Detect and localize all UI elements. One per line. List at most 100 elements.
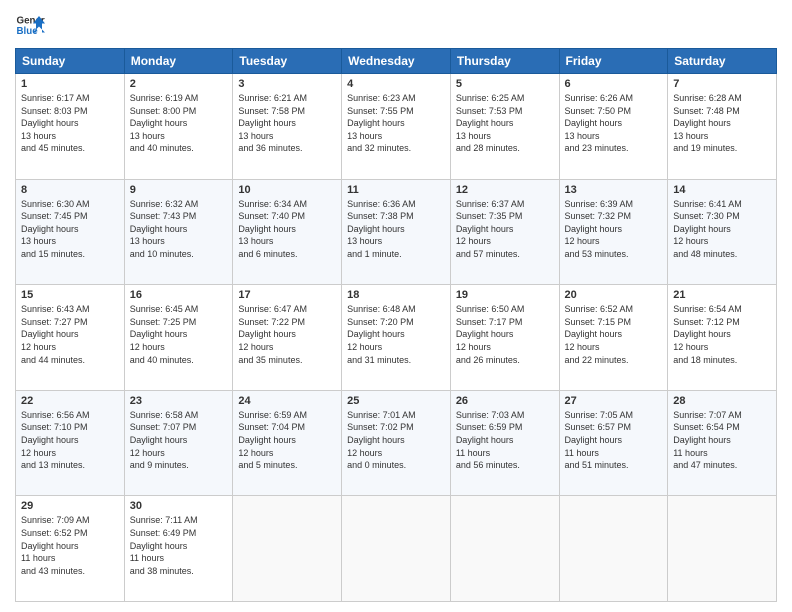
day-info: Sunrise: 6:23 AMSunset: 7:55 PMDaylight … [347, 92, 445, 155]
day-info: Sunrise: 7:07 AMSunset: 6:54 PMDaylight … [673, 409, 771, 472]
logo: General Blue [15, 10, 45, 40]
day-number: 15 [21, 289, 119, 301]
day-number: 28 [673, 395, 771, 407]
calendar-cell: 21 Sunrise: 6:54 AMSunset: 7:12 PMDaylig… [668, 285, 777, 391]
day-number: 7 [673, 78, 771, 90]
header: General Blue [15, 10, 777, 40]
calendar-week-row: 15 Sunrise: 6:43 AMSunset: 7:27 PMDaylig… [16, 285, 777, 391]
calendar-week-row: 22 Sunrise: 6:56 AMSunset: 7:10 PMDaylig… [16, 390, 777, 496]
day-info: Sunrise: 6:19 AMSunset: 8:00 PMDaylight … [130, 92, 228, 155]
day-info: Sunrise: 6:41 AMSunset: 7:30 PMDaylight … [673, 198, 771, 261]
calendar-cell [342, 496, 451, 602]
calendar-cell: 23 Sunrise: 6:58 AMSunset: 7:07 PMDaylig… [124, 390, 233, 496]
day-info: Sunrise: 7:11 AMSunset: 6:49 PMDaylight … [130, 514, 228, 577]
day-info: Sunrise: 6:43 AMSunset: 7:27 PMDaylight … [21, 303, 119, 366]
day-info: Sunrise: 6:47 AMSunset: 7:22 PMDaylight … [238, 303, 336, 366]
calendar-cell: 19 Sunrise: 6:50 AMSunset: 7:17 PMDaylig… [450, 285, 559, 391]
calendar-cell: 13 Sunrise: 6:39 AMSunset: 7:32 PMDaylig… [559, 179, 668, 285]
calendar-day-header: Thursday [450, 49, 559, 74]
calendar-cell: 1 Sunrise: 6:17 AMSunset: 8:03 PMDayligh… [16, 74, 125, 180]
calendar-cell: 4 Sunrise: 6:23 AMSunset: 7:55 PMDayligh… [342, 74, 451, 180]
calendar-day-header: Tuesday [233, 49, 342, 74]
calendar-cell: 3 Sunrise: 6:21 AMSunset: 7:58 PMDayligh… [233, 74, 342, 180]
day-info: Sunrise: 6:37 AMSunset: 7:35 PMDaylight … [456, 198, 554, 261]
day-info: Sunrise: 6:26 AMSunset: 7:50 PMDaylight … [565, 92, 663, 155]
calendar-cell: 16 Sunrise: 6:45 AMSunset: 7:25 PMDaylig… [124, 285, 233, 391]
day-info: Sunrise: 6:25 AMSunset: 7:53 PMDaylight … [456, 92, 554, 155]
day-number: 13 [565, 184, 663, 196]
day-number: 20 [565, 289, 663, 301]
calendar-cell: 25 Sunrise: 7:01 AMSunset: 7:02 PMDaylig… [342, 390, 451, 496]
calendar-day-header: Sunday [16, 49, 125, 74]
calendar-day-header: Wednesday [342, 49, 451, 74]
calendar-cell [668, 496, 777, 602]
calendar-cell: 22 Sunrise: 6:56 AMSunset: 7:10 PMDaylig… [16, 390, 125, 496]
day-info: Sunrise: 6:32 AMSunset: 7:43 PMDaylight … [130, 198, 228, 261]
day-number: 19 [456, 289, 554, 301]
day-number: 9 [130, 184, 228, 196]
day-info: Sunrise: 6:34 AMSunset: 7:40 PMDaylight … [238, 198, 336, 261]
calendar-cell: 27 Sunrise: 7:05 AMSunset: 6:57 PMDaylig… [559, 390, 668, 496]
day-number: 1 [21, 78, 119, 90]
calendar-cell: 24 Sunrise: 6:59 AMSunset: 7:04 PMDaylig… [233, 390, 342, 496]
calendar-cell: 20 Sunrise: 6:52 AMSunset: 7:15 PMDaylig… [559, 285, 668, 391]
calendar-cell: 30 Sunrise: 7:11 AMSunset: 6:49 PMDaylig… [124, 496, 233, 602]
day-number: 17 [238, 289, 336, 301]
calendar-header-row: SundayMondayTuesdayWednesdayThursdayFrid… [16, 49, 777, 74]
day-number: 8 [21, 184, 119, 196]
calendar-day-header: Monday [124, 49, 233, 74]
calendar-cell: 7 Sunrise: 6:28 AMSunset: 7:48 PMDayligh… [668, 74, 777, 180]
calendar-cell: 6 Sunrise: 6:26 AMSunset: 7:50 PMDayligh… [559, 74, 668, 180]
day-info: Sunrise: 6:28 AMSunset: 7:48 PMDaylight … [673, 92, 771, 155]
page: General Blue SundayMondayTuesdayWednesda… [0, 0, 792, 612]
day-number: 22 [21, 395, 119, 407]
day-number: 2 [130, 78, 228, 90]
calendar-cell: 29 Sunrise: 7:09 AMSunset: 6:52 PMDaylig… [16, 496, 125, 602]
day-info: Sunrise: 6:50 AMSunset: 7:17 PMDaylight … [456, 303, 554, 366]
calendar: SundayMondayTuesdayWednesdayThursdayFrid… [15, 48, 777, 602]
day-info: Sunrise: 6:48 AMSunset: 7:20 PMDaylight … [347, 303, 445, 366]
day-number: 5 [456, 78, 554, 90]
day-number: 29 [21, 500, 119, 512]
calendar-day-header: Friday [559, 49, 668, 74]
day-info: Sunrise: 6:30 AMSunset: 7:45 PMDaylight … [21, 198, 119, 261]
day-number: 25 [347, 395, 445, 407]
day-number: 4 [347, 78, 445, 90]
calendar-cell: 11 Sunrise: 6:36 AMSunset: 7:38 PMDaylig… [342, 179, 451, 285]
day-info: Sunrise: 6:54 AMSunset: 7:12 PMDaylight … [673, 303, 771, 366]
day-number: 18 [347, 289, 445, 301]
calendar-cell: 28 Sunrise: 7:07 AMSunset: 6:54 PMDaylig… [668, 390, 777, 496]
day-info: Sunrise: 6:45 AMSunset: 7:25 PMDaylight … [130, 303, 228, 366]
day-number: 14 [673, 184, 771, 196]
calendar-cell: 10 Sunrise: 6:34 AMSunset: 7:40 PMDaylig… [233, 179, 342, 285]
day-info: Sunrise: 6:21 AMSunset: 7:58 PMDaylight … [238, 92, 336, 155]
day-number: 6 [565, 78, 663, 90]
day-info: Sunrise: 6:17 AMSunset: 8:03 PMDaylight … [21, 92, 119, 155]
calendar-cell: 14 Sunrise: 6:41 AMSunset: 7:30 PMDaylig… [668, 179, 777, 285]
day-number: 21 [673, 289, 771, 301]
day-number: 24 [238, 395, 336, 407]
calendar-cell: 12 Sunrise: 6:37 AMSunset: 7:35 PMDaylig… [450, 179, 559, 285]
calendar-cell: 5 Sunrise: 6:25 AMSunset: 7:53 PMDayligh… [450, 74, 559, 180]
calendar-cell [559, 496, 668, 602]
day-info: Sunrise: 6:36 AMSunset: 7:38 PMDaylight … [347, 198, 445, 261]
logo-icon: General Blue [15, 10, 45, 40]
day-number: 30 [130, 500, 228, 512]
day-info: Sunrise: 7:09 AMSunset: 6:52 PMDaylight … [21, 514, 119, 577]
day-info: Sunrise: 7:05 AMSunset: 6:57 PMDaylight … [565, 409, 663, 472]
day-number: 12 [456, 184, 554, 196]
day-info: Sunrise: 6:59 AMSunset: 7:04 PMDaylight … [238, 409, 336, 472]
day-number: 10 [238, 184, 336, 196]
calendar-cell: 15 Sunrise: 6:43 AMSunset: 7:27 PMDaylig… [16, 285, 125, 391]
day-info: Sunrise: 6:56 AMSunset: 7:10 PMDaylight … [21, 409, 119, 472]
calendar-cell: 26 Sunrise: 7:03 AMSunset: 6:59 PMDaylig… [450, 390, 559, 496]
day-info: Sunrise: 7:03 AMSunset: 6:59 PMDaylight … [456, 409, 554, 472]
day-number: 11 [347, 184, 445, 196]
calendar-day-header: Saturday [668, 49, 777, 74]
calendar-cell [233, 496, 342, 602]
calendar-cell: 17 Sunrise: 6:47 AMSunset: 7:22 PMDaylig… [233, 285, 342, 391]
day-number: 27 [565, 395, 663, 407]
day-number: 3 [238, 78, 336, 90]
day-number: 26 [456, 395, 554, 407]
calendar-cell: 8 Sunrise: 6:30 AMSunset: 7:45 PMDayligh… [16, 179, 125, 285]
